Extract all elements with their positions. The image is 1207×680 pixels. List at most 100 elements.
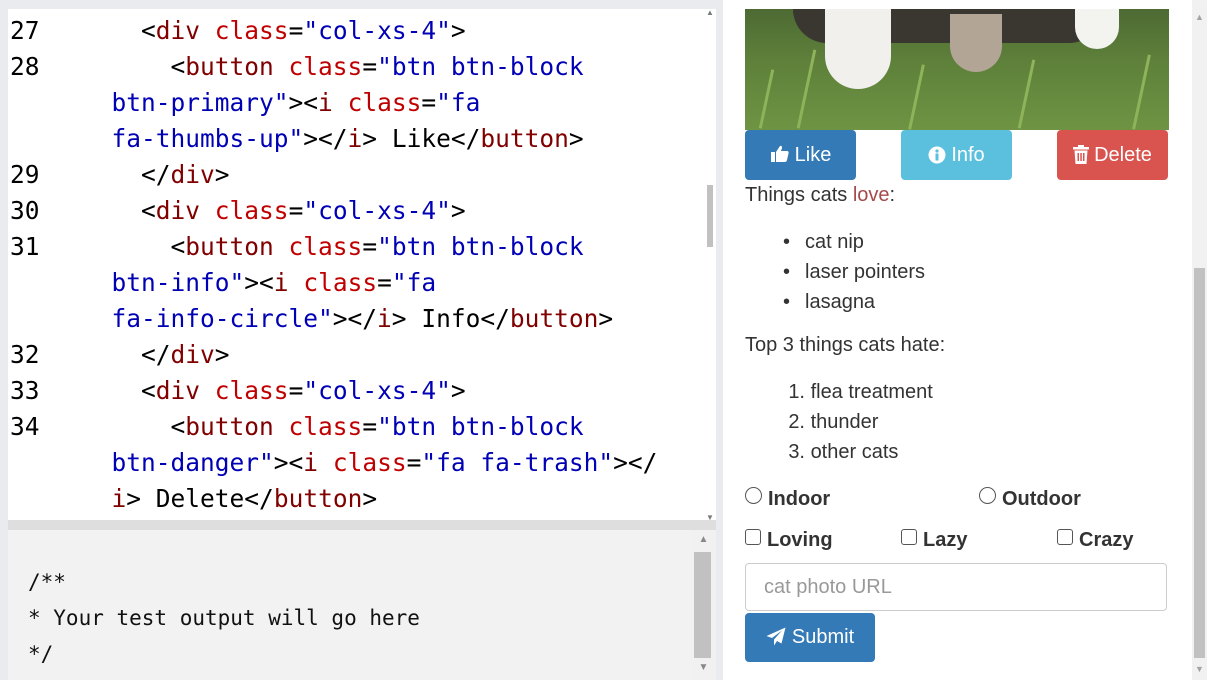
delete-button[interactable]: Delete: [1057, 130, 1168, 180]
like-button[interactable]: Like: [745, 130, 856, 180]
code-token: "col-xs-4": [303, 376, 451, 405]
code-token: btn-info": [82, 268, 245, 297]
code-token: class: [214, 16, 289, 45]
code-line[interactable]: 29 </div>: [8, 157, 708, 193]
code-token: class: [214, 376, 289, 405]
radio-circle-icon[interactable]: [745, 487, 762, 504]
radio-circle-icon[interactable]: [979, 487, 996, 504]
preview-pane: Like Info Delete Things cats love: cat n…: [723, 0, 1192, 680]
page-scroll-down-icon[interactable]: ▼: [1192, 664, 1207, 674]
code-editor[interactable]: 27 <div class="col-xs-4"> 28 <button clas…: [8, 9, 708, 520]
grass-blade: [796, 49, 817, 129]
code-token: </: [244, 484, 274, 513]
line-number: 34: [10, 412, 40, 441]
code-token: >: [126, 484, 156, 513]
cat-paw-shape: [1075, 9, 1119, 49]
code-token: <: [82, 232, 186, 261]
code-token: >: [450, 16, 466, 45]
code-token: "btn btn-block: [377, 52, 584, 81]
radio-outdoor[interactable]: Outdoor: [979, 486, 1081, 512]
code-token: button: [185, 52, 274, 81]
paper-plane-icon: [766, 627, 786, 646]
delete-button-label: Delete: [1094, 144, 1152, 166]
list-item: 1. flea treatment: [788, 381, 933, 403]
code-line[interactable]: 31 <button class="btn btn-block: [8, 229, 708, 265]
code-token: =: [377, 268, 392, 297]
code-text: <button class="btn btn-block: [82, 409, 584, 445]
code-token: "fa: [391, 268, 437, 297]
code-line[interactable]: 32 </div>: [8, 337, 708, 373]
checkbox-icon[interactable]: [1057, 529, 1073, 545]
radio-indoor[interactable]: Indoor: [745, 486, 830, 512]
cat-photo[interactable]: [745, 9, 1169, 130]
code-token: <: [82, 196, 156, 225]
code-text: fa-info-circle"></i> Info</button>: [82, 301, 614, 337]
code-token: "col-xs-4": [303, 16, 451, 45]
code-line[interactable]: btn-primary"><i class="fa: [8, 85, 708, 121]
info-button[interactable]: Info: [901, 130, 1012, 180]
code-line[interactable]: fa-info-circle"></i> Info</button>: [8, 301, 708, 337]
love-word: love: [852, 184, 890, 206]
code-token: div: [170, 340, 215, 369]
code-text: <button class="btn btn-block: [82, 229, 584, 265]
output-scroll-down-icon[interactable]: ▼: [691, 662, 716, 673]
code-text: <div class="col-xs-4">: [82, 13, 466, 49]
code-token: >: [214, 340, 230, 369]
checkbox-crazy[interactable]: Crazy: [1057, 527, 1133, 553]
checkbox-crazy-label: Crazy: [1079, 529, 1134, 551]
line-number: 31: [10, 232, 40, 261]
love-suffix: :: [889, 184, 896, 206]
page-scrollbar-thumb[interactable]: [1194, 268, 1205, 658]
code-line[interactable]: 28 <button class="btn btn-block: [8, 49, 708, 85]
code-token: >: [450, 196, 466, 225]
code-token: =: [406, 448, 422, 477]
cat-paw-shape: [825, 9, 891, 89]
code-token: div: [155, 16, 201, 45]
code-line[interactable]: 30 <div class="col-xs-4">: [8, 193, 708, 229]
list-item: 2. thunder: [788, 411, 879, 433]
editor-scrollbar[interactable]: ▲ ▼: [704, 9, 716, 523]
code-line[interactable]: fa-thumbs-up"></i> Like</button>: [8, 121, 708, 157]
page-scroll-up-icon[interactable]: ▲: [1192, 12, 1207, 22]
code-line[interactable]: i> Delete</button>: [8, 481, 708, 517]
code-token: </: [82, 160, 171, 189]
line-number: 33: [10, 376, 40, 405]
code-line[interactable]: btn-danger"><i class="fa fa-trash"></: [8, 445, 708, 481]
code-line[interactable]: 33 <div class="col-xs-4">: [8, 373, 708, 409]
code-token: class: [288, 52, 363, 81]
code-token: ><: [273, 448, 304, 477]
code-token: <: [82, 376, 156, 405]
code-token: class: [332, 448, 407, 477]
editor-scrollbar-thumb[interactable]: [707, 185, 713, 247]
pane-splitter[interactable]: [8, 520, 716, 530]
code-token: i: [347, 124, 363, 153]
code-token: class: [288, 412, 363, 441]
test-output-panel: /** * Your test output will go here */: [8, 530, 691, 680]
code-token: i: [82, 484, 127, 513]
code-token: ></: [332, 304, 378, 333]
output-scroll-up-icon[interactable]: ▲: [691, 534, 716, 545]
line-number: 27: [10, 16, 40, 45]
code-token: div: [155, 196, 201, 225]
output-scrollbar-thumb[interactable]: [694, 552, 711, 658]
checkbox-lazy[interactable]: Lazy: [901, 527, 967, 553]
submit-button[interactable]: Submit: [745, 613, 875, 662]
output-scrollbar[interactable]: ▲ ▼: [691, 530, 716, 680]
code-line[interactable]: 34 <button class="btn btn-block: [8, 409, 708, 445]
editor-scroll-up-icon[interactable]: ▲: [706, 9, 714, 17]
checkbox-icon[interactable]: [901, 529, 917, 545]
page-scrollbar[interactable]: ▲ ▼: [1192, 0, 1207, 680]
list-item: lasagna: [781, 287, 925, 317]
code-text: <div class="col-xs-4">: [82, 373, 466, 409]
checkbox-loving[interactable]: Loving: [745, 527, 833, 553]
code-token: </: [450, 124, 481, 153]
code-line[interactable]: 27 <div class="col-xs-4">: [8, 13, 708, 49]
checkbox-icon[interactable]: [745, 529, 761, 545]
radio-outdoor-label: Outdoor: [1002, 488, 1081, 510]
code-line[interactable]: btn-info"><i class="fa: [8, 265, 708, 301]
cat-photo-url-input[interactable]: [745, 563, 1167, 611]
